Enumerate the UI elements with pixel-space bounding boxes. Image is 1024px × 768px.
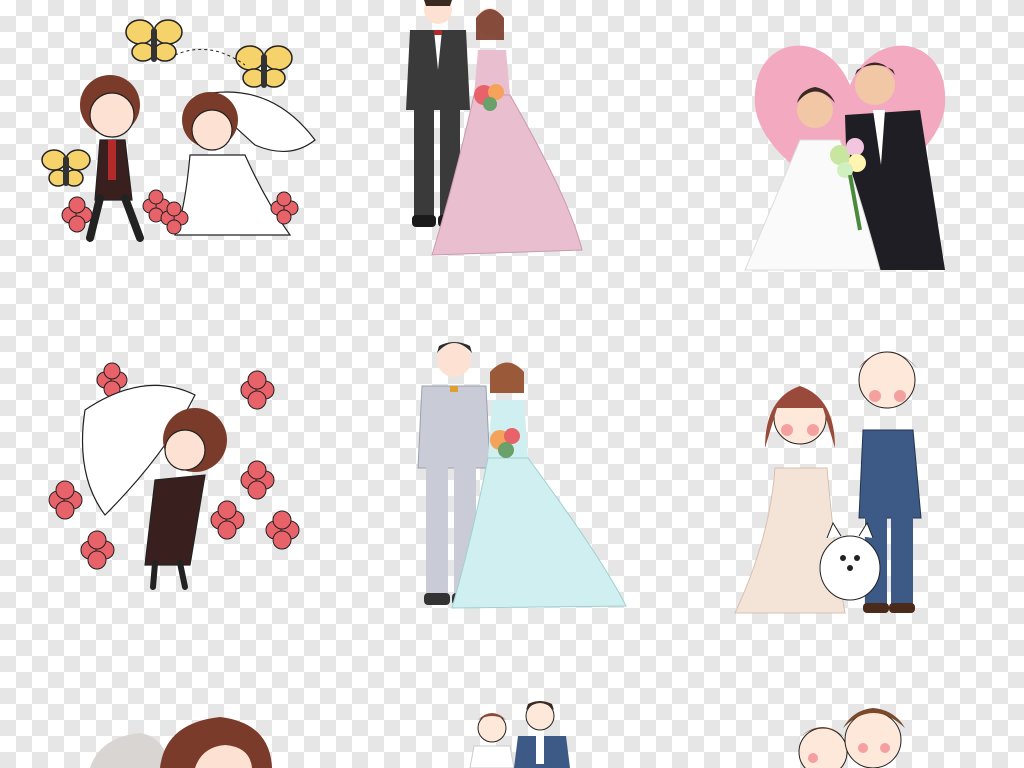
couple-navy-suit-dog-clipart [734,338,930,616]
butterfly-icon [235,45,293,88]
chibi-couple-partial-clipart [90,715,275,768]
butterfly-icon [41,149,91,187]
couple-pink-heart-clipart [744,15,955,271]
dog-icon [819,521,881,601]
butterfly-icon [125,19,183,62]
chibi-couple-veil-flowers-clipart [45,362,310,595]
couple-navy-suit-partial-clipart [469,698,580,768]
couple-faces-partial-clipart [785,700,910,768]
couple-grey-suit-mint-gown-clipart [412,338,628,610]
couple-pink-gown-clipart [400,0,585,262]
chibi-couple-butterflies-clipart [40,10,320,245]
